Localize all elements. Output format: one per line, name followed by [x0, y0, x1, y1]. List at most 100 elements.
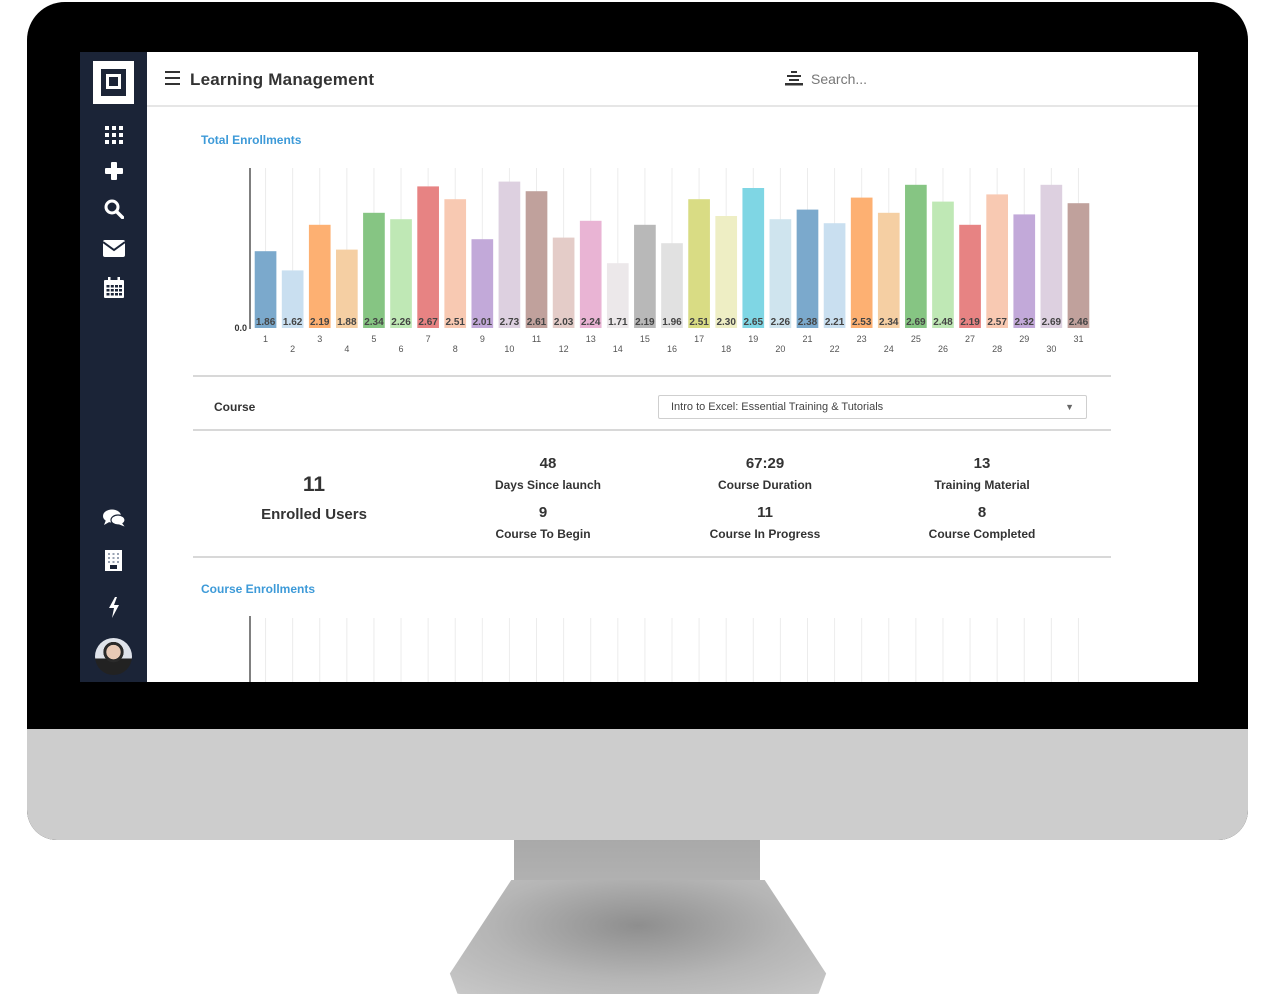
bar: [905, 184, 927, 328]
course-enrollments-title: Course Enrollments: [201, 582, 316, 596]
search-input[interactable]: [811, 68, 1011, 90]
data-label: 1.86: [256, 317, 276, 328]
x-tick-label: 8: [453, 344, 458, 354]
stat-training-material: 13 Training Material: [902, 455, 1062, 492]
stat-value: 67:29: [745, 455, 785, 472]
bar: [498, 181, 521, 328]
data-label: 1.62: [283, 317, 303, 328]
x-tick-label: 16: [667, 344, 677, 354]
data-label: 2.69: [1042, 317, 1062, 328]
total-enrollments-chart: 0.0 1.86 1 1.62 2 2.19 3 1.88 4 2.34 5 2.26 6 2.67 7 2.…: [234, 168, 1090, 354]
bar: [552, 237, 575, 328]
bar: [823, 223, 846, 328]
data-label: 2.48: [933, 317, 953, 328]
stat-value: 48: [539, 455, 557, 472]
x-tick-label: 17: [694, 334, 704, 344]
data-label: 2.46: [1069, 317, 1089, 328]
sidebar-item-building[interactable]: [80, 546, 147, 574]
stat-course-completed: 8 Course Completed: [897, 504, 1067, 541]
data-label: 2.21: [825, 317, 845, 328]
sidebar-item-chat[interactable]: [80, 504, 147, 532]
bar: [742, 188, 765, 328]
data-label: 2.19: [960, 317, 980, 328]
bar: [579, 220, 602, 328]
x-tick-label: 19: [748, 334, 758, 344]
data-label: 2.34: [364, 317, 384, 328]
stat-value: 9: [538, 504, 548, 521]
x-tick-label: 28: [992, 344, 1002, 354]
data-label: 2.51: [445, 317, 465, 328]
stat-value: 8: [977, 504, 987, 521]
bar: [1067, 203, 1090, 328]
data-label: 1.96: [662, 317, 682, 328]
data-label: 2.24: [581, 317, 601, 328]
stat-enrolled-users: 11 Enrolled Users: [234, 473, 394, 523]
bar: [986, 194, 1008, 328]
data-label: 2.57: [987, 317, 1007, 328]
data-label: 2.51: [689, 317, 709, 328]
grid-icon: [104, 126, 123, 144]
course-enrollments-chart: [249, 616, 1079, 682]
x-tick-label: 13: [586, 334, 596, 344]
x-tick-label: 6: [399, 344, 404, 354]
app-logo-icon[interactable]: [93, 61, 134, 104]
bar: [850, 197, 873, 328]
envelope-icon: [102, 239, 125, 257]
data-label: 2.26: [391, 317, 411, 328]
sidebar-item-apps[interactable]: [80, 121, 147, 149]
x-tick-label: 1: [263, 334, 268, 344]
data-label: 2.67: [418, 317, 438, 328]
calendar-icon: [103, 276, 124, 298]
x-tick-label: 25: [911, 334, 921, 344]
sidebar-item-add[interactable]: [80, 157, 147, 185]
stat-label: Course Completed: [928, 527, 1036, 541]
chevron-down-icon: ▼: [1065, 402, 1074, 412]
search-filter-icon[interactable]: [785, 71, 803, 87]
stat-course-duration: 67:29 Course Duration: [685, 455, 845, 492]
stat-course-to-begin: 9 Course To Begin: [463, 504, 623, 541]
user-avatar[interactable]: [95, 638, 132, 675]
divider: [193, 556, 1111, 558]
data-label: 2.69: [906, 317, 926, 328]
bar: [796, 209, 819, 328]
x-tick-label: 21: [802, 334, 812, 344]
hamburger-menu-icon[interactable]: [165, 71, 180, 85]
plus-icon: [104, 162, 123, 180]
x-tick-label: 20: [775, 344, 785, 354]
x-tick-label: 15: [640, 334, 650, 344]
sidebar-item-calendar[interactable]: [80, 273, 147, 301]
course-filter-label: Course: [214, 400, 256, 414]
bar: [471, 239, 494, 328]
sidebar-item-search[interactable]: [80, 195, 147, 223]
x-tick-label: 2: [290, 344, 295, 354]
data-label: 2.53: [852, 317, 872, 328]
sidebar-item-mail[interactable]: [80, 234, 147, 262]
x-tick-label: 3: [317, 334, 322, 344]
data-label: 2.73: [500, 317, 520, 328]
data-label: 2.30: [716, 317, 736, 328]
bar: [1040, 184, 1063, 328]
bar: [1013, 214, 1036, 328]
stat-course-in-progress: 11 Course In Progress: [685, 504, 845, 541]
y-tick-label: 0.0: [234, 323, 247, 333]
x-tick-label: 30: [1046, 344, 1056, 354]
x-tick-label: 26: [938, 344, 948, 354]
course-select-dropdown[interactable]: Intro to Excel: Essential Training & Tut…: [658, 395, 1087, 419]
bar: [661, 243, 683, 328]
data-label: 1.71: [608, 317, 628, 328]
x-tick-label: 9: [480, 334, 485, 344]
stat-label: Training Material: [934, 478, 1030, 492]
data-label: 2.34: [879, 317, 899, 328]
data-label: 2.19: [310, 317, 330, 328]
data-label: 2.01: [473, 317, 493, 328]
bar: [932, 201, 954, 328]
sidebar-item-activity[interactable]: [80, 593, 147, 621]
x-tick-label: 10: [504, 344, 514, 354]
data-label: 2.03: [554, 317, 574, 328]
search-icon: [104, 199, 124, 219]
x-tick-label: 31: [1073, 334, 1083, 344]
x-tick-label: 11: [532, 334, 541, 344]
divider: [193, 375, 1111, 377]
bar: [688, 199, 710, 328]
stat-days-since-launch: 48 Days Since launch: [468, 455, 628, 492]
